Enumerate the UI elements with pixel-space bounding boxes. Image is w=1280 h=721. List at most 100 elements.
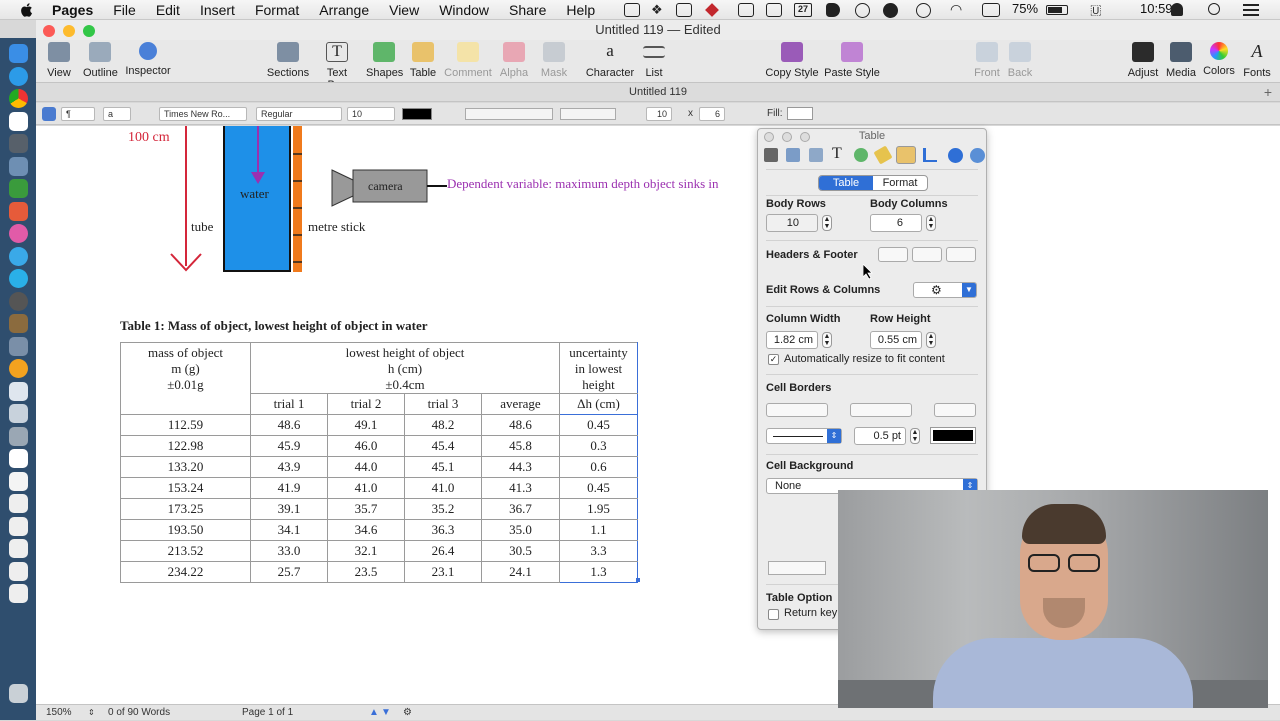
alpha-button[interactable]: Alpha (499, 42, 529, 79)
cell-trial-3[interactable]: 26.4 (404, 540, 482, 562)
safari-icon[interactable] (9, 67, 28, 86)
font-size-field[interactable]: 10 (347, 107, 395, 121)
edit-rows-columns-menu[interactable]: ⚙ ▼ (913, 282, 977, 298)
cell-trial-2[interactable]: 46.0 (327, 435, 405, 457)
header-trial-1[interactable]: trial 1 (250, 393, 328, 415)
apple-icon[interactable] (18, 1, 36, 19)
layout-inspector-icon[interactable] (786, 148, 800, 162)
vertical-alignment-buttons[interactable] (560, 108, 616, 120)
inspector-button[interactable]: Inspector (124, 42, 172, 77)
doc-icon-1[interactable] (9, 517, 28, 536)
tasks-icon[interactable] (9, 269, 28, 288)
chart-inspector-icon[interactable] (923, 148, 937, 162)
view-button[interactable]: View (45, 42, 73, 79)
menu-insert[interactable]: Insert (200, 2, 235, 18)
cell-uncertainty[interactable]: 0.45 (559, 414, 638, 436)
menu-format[interactable]: Format (255, 2, 299, 18)
window-titlebar[interactable]: Untitled 119 — Edited (36, 20, 1280, 40)
airplay-icon[interactable] (982, 3, 1000, 17)
preview-icon[interactable] (9, 157, 28, 176)
row-height-stepper[interactable]: ▲ ▼ (926, 332, 936, 348)
wrap-inspector-icon[interactable] (809, 148, 823, 162)
header-mass[interactable]: mass of object m (g) ±0.01g (120, 342, 251, 415)
messages-icon[interactable] (9, 247, 28, 266)
cell-average[interactable]: 48.6 (481, 414, 560, 436)
cell-trial-3[interactable]: 45.1 (404, 456, 482, 478)
cell-mass[interactable]: 173.25 (120, 498, 251, 520)
header-uncertainty[interactable]: uncertainty in lowest height (559, 342, 638, 394)
cell-uncertainty[interactable]: 3.3 (559, 540, 638, 562)
row-height-field[interactable]: 0.55 cm (870, 331, 922, 349)
table-row[interactable]: 173.25 39.1 35.7 35.2 36.7 1.95 (120, 498, 638, 520)
colors-button[interactable]: Colors (1202, 42, 1236, 77)
cell-trial-3[interactable]: 36.3 (404, 519, 482, 541)
camera-app-icon[interactable] (9, 292, 28, 311)
paragraph-styles-icon[interactable] (42, 107, 56, 121)
cell-mass[interactable]: 153.24 (120, 477, 251, 499)
cell-uncertainty[interactable]: 0.6 (559, 456, 638, 478)
font-family-select[interactable]: Times New Ro... (159, 107, 247, 121)
numbers-icon[interactable] (9, 472, 28, 491)
doc-icon-4[interactable] (9, 584, 28, 603)
cell-uncertainty[interactable]: 0.3 (559, 435, 638, 457)
cell-trial-2[interactable]: 35.7 (327, 498, 405, 520)
header-rows-button[interactable] (878, 247, 908, 262)
mask-button[interactable]: Mask (539, 42, 569, 79)
input-flag-icon[interactable]: 🇺 (1090, 2, 1102, 18)
body-columns-field[interactable]: 6 (870, 214, 922, 232)
data-table[interactable]: mass of object m (g) ±0.01g lowest heigh… (120, 342, 638, 583)
cell-uncertainty[interactable]: 1.95 (559, 498, 638, 520)
close-window-button[interactable] (43, 25, 55, 37)
calendar-badge[interactable]: 27 (794, 3, 812, 17)
alignment-buttons[interactable] (465, 108, 553, 120)
header-trial-2[interactable]: trial 2 (327, 393, 405, 415)
cell-mass[interactable]: 133.20 (120, 456, 251, 478)
dropbox-icon[interactable]: ❖ (651, 2, 663, 18)
list-button[interactable]: List (643, 42, 665, 79)
table-cols-field[interactable]: 6 (699, 107, 725, 121)
paste-style-button[interactable]: Paste Style (824, 42, 880, 79)
utility-icon[interactable] (9, 337, 28, 356)
selection-handle[interactable] (636, 578, 640, 582)
tab-table[interactable]: Table (819, 176, 873, 190)
menu-edit[interactable]: Edit (156, 2, 180, 18)
border-color-well[interactable] (930, 427, 976, 444)
header-columns-button[interactable] (912, 247, 942, 262)
cell-trial-2[interactable]: 23.5 (327, 561, 405, 583)
zoom-select[interactable]: 150% (46, 705, 72, 721)
graphic-inspector-icon[interactable] (854, 148, 868, 162)
text-color-well[interactable] (402, 108, 432, 120)
bookmark-icon[interactable] (766, 3, 782, 17)
front-button[interactable]: Front (973, 42, 1001, 79)
character-style-select[interactable]: a (103, 107, 131, 121)
cell-average[interactable]: 44.3 (481, 456, 560, 478)
character-button[interactable]: a Character (582, 42, 638, 80)
maps-icon[interactable] (9, 179, 28, 198)
menu-view[interactable]: View (389, 2, 419, 18)
border-outer-buttons[interactable] (766, 403, 828, 417)
text-inspector-icon[interactable]: T (832, 145, 842, 163)
clock[interactable]: 10:59 (1140, 1, 1173, 16)
cell-trial-2[interactable]: 44.0 (327, 456, 405, 478)
table-button[interactable]: Table (409, 42, 437, 79)
footer-rows-button[interactable] (946, 247, 976, 262)
header-average[interactable]: average (481, 393, 560, 415)
column-width-field[interactable]: 1.82 cm (766, 331, 818, 349)
sync-icon[interactable] (883, 3, 898, 18)
body-columns-stepper[interactable]: ▲ ▼ (926, 215, 936, 231)
help-icon[interactable] (9, 494, 28, 513)
cell-average[interactable]: 35.0 (481, 519, 560, 541)
cell-trial-1[interactable]: 41.9 (250, 477, 328, 499)
cell-trial-3[interactable]: 35.2 (404, 498, 482, 520)
vlc-icon[interactable] (9, 359, 28, 378)
document-icon[interactable] (9, 449, 28, 468)
trash-icon[interactable] (9, 684, 28, 703)
cell-trial-1[interactable]: 48.6 (250, 414, 328, 436)
zoom-window-button[interactable] (83, 25, 95, 37)
return-key-checkbox[interactable] (768, 609, 779, 620)
tab-format[interactable]: Format (873, 176, 927, 190)
menu-window[interactable]: Window (439, 2, 489, 18)
cell-trial-1[interactable]: 43.9 (250, 456, 328, 478)
header-trial-3[interactable]: trial 3 (404, 393, 482, 415)
play-icon[interactable] (826, 3, 840, 17)
